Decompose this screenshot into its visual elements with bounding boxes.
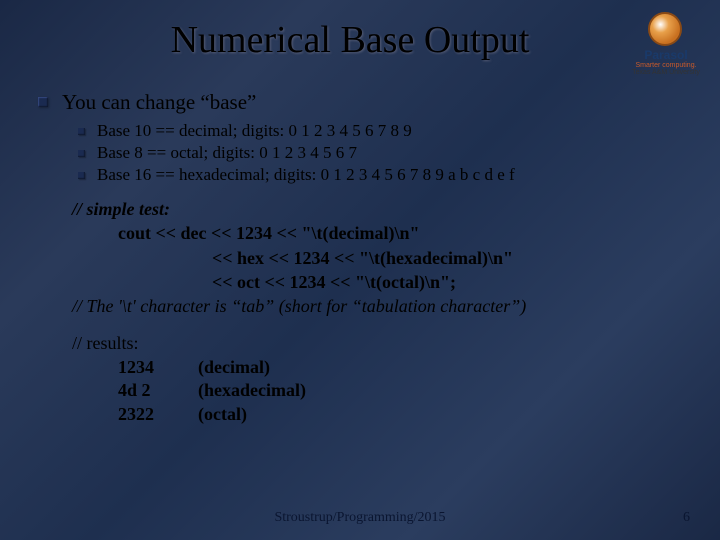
slide-content: You can change “base” Base 10 == decimal… (30, 90, 690, 426)
results-heading: // results: (72, 332, 690, 355)
bullet-main-text: You can change “base” (62, 90, 256, 115)
list-item: Base 10 == decimal; digits: 0 1 2 3 4 5 … (78, 121, 690, 141)
sub-bullet-list: Base 10 == decimal; digits: 0 1 2 3 4 5 … (78, 121, 690, 185)
code-line: << oct << 1234 << "\t(octal)\n"; (72, 270, 690, 294)
list-item: Base 16 == hexadecimal; digits: 0 1 2 3 … (78, 165, 690, 185)
sub-bullet-text: Base 16 == hexadecimal; digits: 0 1 2 3 … (97, 165, 515, 185)
table-row: 4d 2 (hexadecimal) (72, 379, 690, 402)
result-value: 4d 2 (118, 379, 198, 402)
result-value: 1234 (118, 356, 198, 379)
slide-title: Numerical Base Output (10, 18, 690, 62)
sub-bullet-text: Base 10 == decimal; digits: 0 1 2 3 4 5 … (97, 121, 412, 141)
result-label: (octal) (198, 403, 247, 426)
square-bullet-icon (78, 172, 85, 179)
footer-text: Stroustrup/Programming/2015 (0, 510, 720, 526)
code-line: cout << dec << 1234 << "\t(decimal)\n" (72, 221, 690, 245)
result-label: (hexadecimal) (198, 379, 306, 402)
logo: Parasol Smarter computing. Texas A&M Uni… (626, 12, 706, 77)
square-bullet-icon (38, 97, 48, 107)
logo-tagline: Smarter computing. (626, 62, 706, 69)
slide: Parasol Smarter computing. Texas A&M Uni… (0, 0, 720, 540)
result-value: 2322 (118, 403, 198, 426)
square-bullet-icon (78, 150, 85, 157)
page-number: 6 (683, 510, 690, 526)
table-row: 2322 (octal) (72, 403, 690, 426)
code-comment: // simple test: (72, 197, 690, 221)
results-block: // results: 1234 (decimal) 4d 2 (hexadec… (72, 332, 690, 426)
table-row: 1234 (decimal) (72, 356, 690, 379)
code-example: // simple test: cout << dec << 1234 << "… (72, 197, 690, 318)
bullet-main: You can change “base” (38, 90, 690, 115)
sub-bullet-text: Base 8 == octal; digits: 0 1 2 3 4 5 6 7 (97, 143, 357, 163)
code-line: << hex << 1234 << "\t(hexadecimal)\n" (72, 246, 690, 270)
code-comment: // The '\t' character is “tab” (short fo… (72, 294, 690, 318)
list-item: Base 8 == octal; digits: 0 1 2 3 4 5 6 7 (78, 143, 690, 163)
result-label: (decimal) (198, 356, 270, 379)
logo-org: Texas A&M University (626, 69, 706, 77)
parasol-icon (636, 12, 696, 48)
square-bullet-icon (78, 128, 85, 135)
logo-name: Parasol (626, 48, 706, 62)
